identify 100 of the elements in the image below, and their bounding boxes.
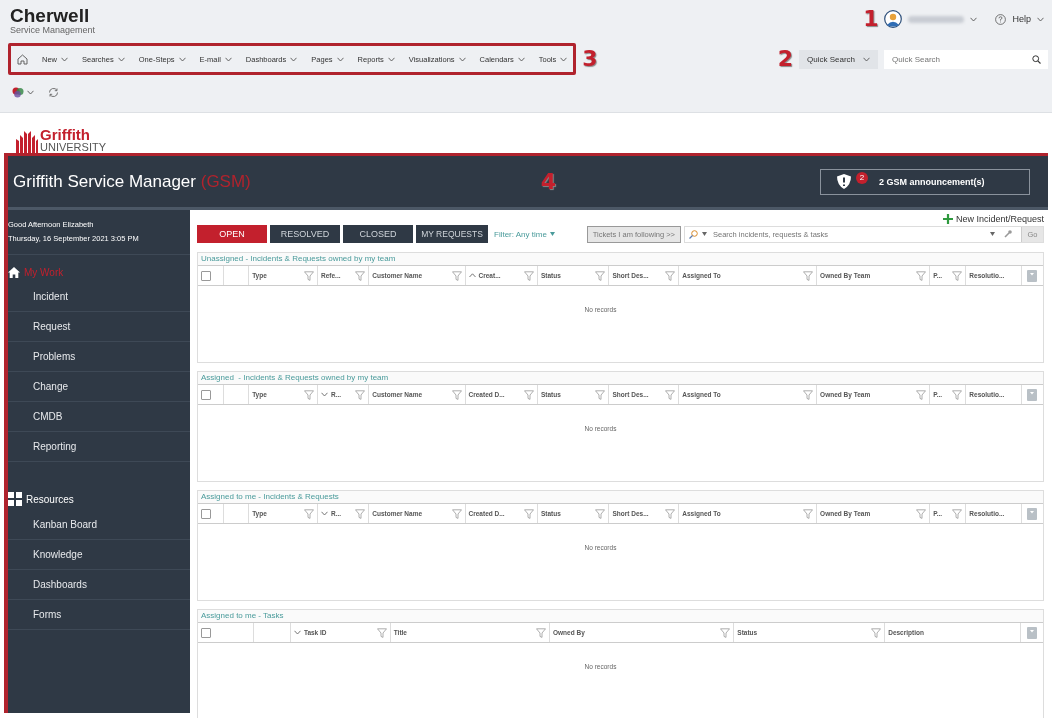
search-icon[interactable]	[1032, 54, 1041, 64]
caret-icon	[458, 56, 466, 62]
filter-icon[interactable]	[523, 508, 534, 519]
select-all-checkbox[interactable]	[201, 627, 211, 638]
sidebar-item[interactable]: Change	[8, 372, 190, 402]
column-chooser-icon[interactable]	[1027, 507, 1038, 520]
tab[interactable]: CLOSED	[343, 225, 413, 243]
filter-icon[interactable]	[595, 270, 606, 281]
filter-icon[interactable]	[304, 389, 314, 400]
filter-icon[interactable]	[916, 389, 927, 400]
dropdown-caret-icon[interactable]	[702, 232, 707, 236]
filter-icon[interactable]	[952, 270, 963, 281]
filter-icon[interactable]	[665, 389, 676, 400]
caret-icon	[224, 56, 232, 62]
callout-number: 3	[582, 48, 598, 70]
color-palette-icon[interactable]	[12, 87, 24, 98]
filter-icon[interactable]	[665, 508, 676, 519]
sidebar-item[interactable]: Problems	[8, 342, 190, 372]
logo-subtitle: UNIVERSITY	[40, 141, 106, 153]
filter-icon[interactable]	[304, 508, 314, 519]
sidebar-item[interactable]: Kanban Board	[8, 510, 190, 540]
sidebar-item[interactable]: Dashboards	[8, 570, 190, 600]
filter-icon[interactable]	[952, 389, 963, 400]
tab[interactable]: MY REQUESTS	[416, 225, 488, 243]
brand-subtitle: Service Management	[10, 25, 96, 35]
wrench-icon[interactable]	[1003, 229, 1013, 239]
search-scope-dropdown[interactable]: Quick Search	[798, 49, 878, 69]
avatar-icon[interactable]	[884, 10, 903, 28]
filter-icon[interactable]	[355, 389, 366, 400]
caret-icon	[560, 56, 568, 62]
caret-icon	[517, 56, 525, 62]
sort-descending-icon[interactable]	[321, 392, 328, 397]
filter-icon[interactable]	[451, 508, 462, 519]
filter-icon[interactable]	[803, 389, 814, 400]
filter-icon[interactable]	[916, 270, 927, 281]
filter-icon[interactable]	[523, 270, 534, 281]
caret-icon	[117, 56, 125, 62]
caret-icon	[863, 56, 870, 62]
filter-icon[interactable]	[720, 627, 731, 638]
sort-descending-icon[interactable]	[293, 630, 301, 635]
filter-icon[interactable]	[803, 270, 814, 281]
grid-icon	[8, 492, 22, 506]
grid-title: Assigned to me - Tasks	[198, 610, 1043, 622]
filter-icon[interactable]	[871, 627, 882, 638]
home-icon[interactable]	[17, 53, 28, 65]
select-all-checkbox[interactable]	[201, 508, 211, 519]
select-all-checkbox[interactable]	[201, 389, 211, 400]
sidebar-item[interactable]: Forms	[8, 600, 190, 630]
filter-icon[interactable]	[355, 270, 366, 281]
callout-number: 2	[777, 48, 793, 70]
sidebar-item[interactable]: Reporting	[8, 432, 190, 462]
filter-icon[interactable]	[952, 508, 963, 519]
dropdown-caret-icon[interactable]	[549, 232, 555, 236]
tab[interactable]: RESOLVED	[270, 225, 340, 243]
sidebar-item[interactable]: Request	[8, 312, 190, 342]
column-chooser-icon[interactable]	[1027, 269, 1038, 282]
university-emblem-icon	[16, 131, 38, 153]
caret-icon	[27, 90, 34, 95]
sort-descending-icon[interactable]	[321, 511, 328, 516]
caret-icon	[387, 56, 395, 62]
app-title: Griffith Service Manager (GSM)	[13, 171, 251, 192]
caret-icon	[1037, 16, 1044, 22]
filter-icon[interactable]	[665, 270, 676, 281]
time-filter-dropdown[interactable]: Filter: Any time	[494, 229, 547, 239]
filter-icon[interactable]	[355, 508, 366, 519]
column-chooser-icon[interactable]	[1027, 626, 1038, 639]
refresh-icon[interactable]	[48, 87, 59, 98]
sidebar-item[interactable]: Knowledge	[8, 540, 190, 570]
sidebar-item[interactable]: CMDB	[8, 402, 190, 432]
sort-ascending-icon[interactable]	[468, 273, 476, 278]
select-all-checkbox[interactable]	[201, 270, 211, 281]
caret-icon	[336, 56, 344, 62]
grid-title: Assigned to me - Incidents & Requests	[198, 491, 1043, 503]
filter-icon[interactable]	[595, 508, 606, 519]
tab[interactable]: OPEN	[197, 225, 267, 243]
filter-icon[interactable]	[536, 627, 546, 638]
sidebar-item[interactable]: Incident	[8, 282, 190, 312]
filter-icon[interactable]	[376, 627, 387, 638]
filter-icon[interactable]	[451, 389, 462, 400]
new-incident-link[interactable]: New Incident/Request	[955, 214, 1044, 224]
brand-name: Cherwell	[10, 6, 91, 25]
logo-wordmark: Griffith	[40, 129, 91, 141]
caret-icon	[178, 56, 186, 62]
shield-alert-icon	[837, 174, 851, 189]
help-icon[interactable]	[995, 13, 1007, 25]
plus-icon[interactable]	[942, 214, 953, 224]
filter-icon[interactable]	[916, 508, 927, 519]
quick-search-field[interactable]: Quick Search	[884, 49, 1048, 69]
filter-icon[interactable]	[451, 270, 462, 281]
filter-icon[interactable]	[803, 508, 814, 519]
announcements-button[interactable]: 2 2 GSM announcement(s)	[820, 168, 1030, 195]
help-menu[interactable]: Help	[1012, 14, 1031, 24]
filter-icon[interactable]	[595, 389, 606, 400]
blurred-username[interactable]	[908, 15, 965, 23]
filter-icon[interactable]	[304, 270, 314, 281]
sidebar-section[interactable]: Resources	[26, 493, 74, 505]
column-chooser-icon[interactable]	[1027, 388, 1038, 401]
dropdown-icon[interactable]	[990, 232, 995, 236]
filter-icon[interactable]	[523, 389, 534, 400]
callout-number: 4	[540, 170, 557, 193]
